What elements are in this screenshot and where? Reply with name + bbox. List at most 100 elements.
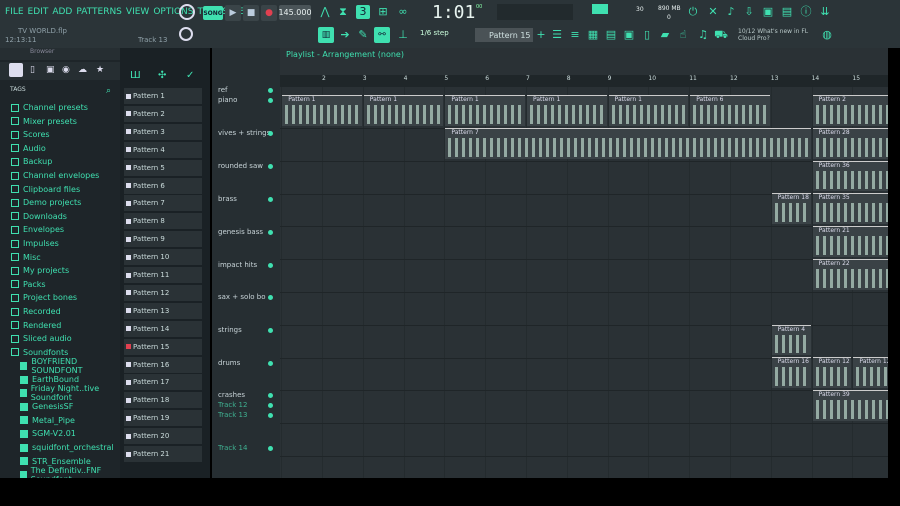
cloud-tab-icon[interactable]: ☁ [78, 65, 87, 75]
playlist-clip[interactable]: Pattern 1 [608, 95, 689, 126]
browser-item[interactable]: Channel envelopes [0, 169, 120, 182]
metronome-icon[interactable]: ⋀ [318, 5, 332, 19]
download-icon[interactable]: ⇩ [742, 5, 756, 19]
track-name[interactable]: strings [218, 326, 242, 334]
pattern-sort-icon[interactable]: ✓ [186, 70, 194, 81]
browser-item[interactable]: Misc [0, 251, 120, 264]
globe-icon[interactable]: ◍ [820, 28, 834, 42]
pattern-item[interactable]: Pattern 6 [124, 177, 202, 194]
browser-item[interactable]: GenesisSF [0, 400, 120, 413]
pattern-item[interactable]: Pattern 2 [124, 105, 202, 122]
track-mute-toggle[interactable] [268, 98, 273, 103]
track-name[interactable]: Track 14 [218, 444, 247, 452]
browser-item[interactable]: Packs [0, 278, 120, 291]
track-name[interactable]: Track 12 [218, 401, 247, 409]
pattern-item[interactable]: Pattern 4 [124, 141, 202, 158]
master-pitch-knob[interactable] [179, 27, 193, 41]
playlist-clip[interactable]: Pattern 22 [812, 259, 888, 290]
pattern-selector[interactable]: Pattern 15 [475, 28, 533, 42]
playlist-clip[interactable]: Pattern 12 [853, 357, 888, 389]
touch-icon[interactable]: ☝ [676, 28, 690, 42]
track-mute-toggle[interactable] [268, 295, 273, 300]
plugin-icon[interactable]: ▣ [622, 28, 636, 42]
browser-item[interactable]: Demo projects [0, 196, 120, 209]
track-name[interactable]: sax + solo bo [218, 293, 266, 301]
playlist-clip[interactable]: Pattern 2 [812, 95, 888, 126]
file-icon[interactable]: ▯ [640, 28, 654, 42]
star-tab-icon[interactable]: ★ [96, 65, 104, 75]
browser-item[interactable]: squidfont_orchestral [0, 441, 120, 454]
playlist-clip[interactable]: Pattern 35 [812, 193, 888, 225]
pattern-item[interactable]: Pattern 18 [124, 392, 202, 409]
menu-view[interactable]: VIEW [126, 7, 149, 17]
track-name[interactable]: Track 13 [218, 411, 247, 419]
stamp-icon[interactable]: ⊥ [396, 28, 410, 42]
track-mute-toggle[interactable] [268, 328, 273, 333]
pattern-item[interactable]: Pattern 8 [124, 213, 202, 230]
pattern-item[interactable]: Pattern 9 [124, 231, 202, 248]
pattern-item[interactable]: Pattern 20 [124, 428, 202, 445]
add-pattern-icon[interactable]: + [534, 28, 548, 42]
save-icon[interactable]: ▣ [761, 5, 775, 19]
browser-item[interactable]: Recorded [0, 305, 120, 318]
pattern-item[interactable]: Pattern 15 [124, 338, 202, 355]
track-mute-toggle[interactable] [268, 263, 273, 268]
mixer-icon[interactable]: ☰ [550, 28, 564, 42]
playlist-clip[interactable]: Pattern 12 [812, 357, 852, 389]
pattern-item[interactable]: Pattern 16 [124, 356, 202, 373]
microphone-icon[interactable]: ♪ [724, 5, 738, 19]
link-button[interactable]: ⚯ [374, 27, 390, 43]
pattern-item[interactable]: Pattern 19 [124, 410, 202, 427]
pattern-item[interactable]: Pattern 21 [124, 446, 202, 462]
pattern-item[interactable]: Pattern 13 [124, 302, 202, 319]
play-button[interactable]: ▶ [225, 5, 241, 21]
track-name[interactable]: rounded saw [218, 162, 263, 170]
channel-rack-icon[interactable]: ≡ [568, 28, 582, 42]
loop-record-icon[interactable]: ∞ [396, 5, 410, 19]
browser-item[interactable]: Project bones [0, 291, 120, 304]
track-mute-toggle[interactable] [268, 230, 273, 235]
playlist-clip[interactable]: Pattern 1 [445, 95, 525, 126]
browser-item[interactable]: SGM-V2.01 [0, 427, 120, 440]
track-name[interactable]: drums [218, 359, 240, 367]
tools-icon[interactable]: ✕ [706, 5, 720, 19]
playlist-clip[interactable]: Pattern 1 [282, 95, 362, 126]
browser-item[interactable]: Audio [0, 142, 120, 155]
browser-item[interactable]: Sliced audio [0, 332, 120, 345]
playlist-clip[interactable]: Pattern 18 [771, 193, 811, 225]
track-name[interactable]: ref [218, 86, 228, 94]
stop-button[interactable]: ■ [243, 5, 259, 21]
track-name[interactable]: crashes [218, 391, 245, 399]
pattern-item[interactable]: Pattern 5 [124, 159, 202, 176]
speaker-icon[interactable]: ♫ [696, 28, 710, 42]
undo-icon[interactable]: ⏻ [686, 5, 700, 19]
file-tab-icon[interactable]: ▯ [30, 65, 35, 75]
pattern-item[interactable]: Pattern 12 [124, 284, 202, 301]
playlist-clip[interactable]: Pattern 4 [771, 324, 811, 356]
pattern-item[interactable]: Pattern 10 [124, 249, 202, 266]
timeline-ruler[interactable]: 2 3 4 5 6 7 8 9 10 11 12 13 14 15 [280, 75, 888, 87]
browser-item[interactable]: Mixer presets [0, 115, 120, 128]
song-mode-toggle[interactable]: SONG [203, 6, 223, 20]
track-mute-toggle[interactable] [268, 131, 273, 136]
pattern-item[interactable]: Pattern 17 [124, 374, 202, 391]
track-mute-toggle[interactable] [268, 197, 273, 202]
track-name[interactable]: vives + strings [218, 129, 270, 137]
track-mute-toggle[interactable] [268, 403, 273, 408]
playlist-clip[interactable]: Pattern 1 [363, 95, 444, 126]
search-icon[interactable]: ⌕ [106, 86, 111, 96]
pattern-item[interactable]: Pattern 14 [124, 320, 202, 337]
tempo-display[interactable]: 145.000 [278, 5, 312, 20]
browser-item[interactable]: Scores [0, 128, 120, 141]
playlist-view-button[interactable]: ▥ [318, 27, 334, 43]
track-mute-toggle[interactable] [268, 88, 273, 93]
playlist-clip[interactable]: Pattern 1 [527, 95, 607, 126]
playlist-clip[interactable]: Pattern 6 [690, 95, 770, 126]
piano-roll-icon[interactable]: ▦ [586, 28, 600, 42]
browser-item[interactable]: Channel presets [0, 101, 120, 114]
browser-all-tab[interactable] [9, 63, 23, 77]
countdown-icon[interactable]: 3 [356, 5, 370, 19]
track-name[interactable]: genesis bass [218, 228, 263, 236]
folder-icon[interactable]: ▰ [658, 28, 672, 42]
track-name[interactable]: piano [218, 96, 237, 104]
